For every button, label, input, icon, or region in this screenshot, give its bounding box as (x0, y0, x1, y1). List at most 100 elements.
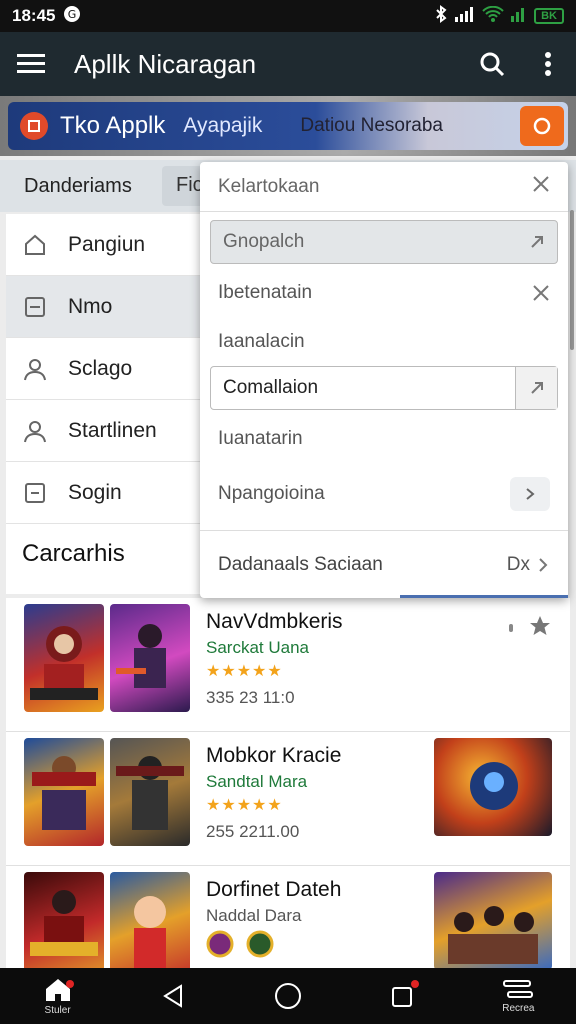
app-thumbnail (110, 738, 190, 846)
badge-icons (206, 930, 280, 958)
dropdown-option-label: Gnopalch (223, 231, 305, 252)
banner-action-button[interactable] (520, 106, 564, 146)
app-thumbnail (24, 738, 104, 846)
app-name: Dorfinet Dateh (206, 878, 342, 901)
sidebar-item-label: Nmo (68, 294, 113, 318)
nav-back[interactable] (133, 968, 213, 1024)
wifi-icon (482, 5, 504, 27)
nav-home-circle[interactable] (248, 968, 328, 1024)
notification-dot (65, 980, 74, 988)
sidebar: Pangiun Nmo Sclago Startlinen Sogin Carc… (6, 214, 206, 594)
banner-logo-icon (20, 112, 48, 140)
hamburger-icon (17, 54, 45, 73)
app-thumbnail (110, 872, 190, 980)
sidebar-item-label: Sogin (68, 480, 122, 504)
chevron-right-icon[interactable] (510, 476, 550, 511)
page-title: Apllk Nicaragan (74, 48, 257, 79)
overflow-menu-button[interactable] (520, 51, 576, 77)
circle-home-icon (274, 983, 301, 1009)
app-thumbnail (110, 604, 190, 712)
sidebar-item-0[interactable]: Pangiun (6, 214, 206, 276)
promo-banner[interactable]: Tko Applk Ayapajik Datiou Nesoraba (8, 102, 568, 150)
dropdown-search-input[interactable]: Kelartokaan (218, 176, 319, 198)
bluetooth-icon (434, 4, 448, 28)
dropdown-menu: Kelartokaan Gnopalch Ibetenatain Iaanala… (200, 162, 568, 598)
bottom-nav: Stuler Recrea (0, 968, 576, 1024)
status-bar: 18:45 G BK (0, 0, 576, 32)
square-icon (20, 292, 50, 322)
sidebar-item-3[interactable]: Startlinen (6, 400, 206, 462)
dropdown-option-4[interactable]: Iuanatarin (200, 414, 568, 463)
nav-menu[interactable]: Recrea (478, 968, 558, 1024)
list-item[interactable]: NavVdmbkeris Sarckat Uana ★★★★★ 335 23 1… (6, 598, 570, 732)
status-time: 18:45 (12, 6, 56, 25)
dot-icon (508, 620, 514, 638)
banner-tag: Datiou Nesoraba (300, 115, 443, 136)
search-button[interactable] (464, 51, 520, 77)
more-vertical-icon (545, 52, 551, 76)
dropdown-option-0[interactable]: Gnopalch (210, 220, 558, 264)
notification-dot (411, 980, 420, 988)
circle-icon (533, 117, 551, 135)
sidebar-item-2[interactable]: Sclago (6, 338, 206, 400)
sidebar-item-4[interactable]: Sogin (6, 462, 206, 524)
sidebar-item-label: Startlinen (68, 418, 157, 442)
tab-danderiams[interactable]: Danderiams (0, 175, 160, 198)
rating-stars: ★★★★★ (206, 663, 283, 680)
dropdown-option-label: Ibetenatain (218, 281, 313, 303)
app-developer: Sandtal Mara (206, 772, 308, 791)
app-name: NavVdmbkeris (206, 610, 343, 633)
dropdown-option-3[interactable]: Comallaion (210, 366, 558, 410)
sidebar-item-label: Sclago (68, 356, 133, 380)
search-icon (480, 52, 505, 77)
rating-stars: ★★★★★ (206, 797, 283, 814)
arrow-icon[interactable] (515, 367, 557, 409)
back-icon (162, 984, 182, 1008)
list-item[interactable]: Mobkor Kracie Sandtal Mara ★★★★★ 255 221… (6, 732, 570, 866)
dropdown-search[interactable]: Kelartokaan (200, 162, 568, 212)
footer-accent-bar (400, 595, 568, 598)
person-icon (20, 416, 50, 446)
app-meta: 335 23 11:0 (206, 688, 295, 707)
nav-recents[interactable] (363, 968, 443, 1024)
section-title: Carcarhis (22, 540, 125, 567)
minus-box-icon (20, 478, 50, 508)
star-icon[interactable] (528, 614, 552, 643)
home-icon (20, 230, 50, 260)
app-screenshot[interactable] (434, 738, 552, 836)
banner-subtitle: Ayapajik (183, 114, 263, 137)
signal-icon (454, 6, 476, 27)
close-icon[interactable] (532, 284, 550, 302)
dropdown-option-label: Iuanatarin (218, 427, 303, 449)
nav-home[interactable]: Stuler (18, 968, 98, 1024)
dropdown-footer[interactable]: Dadanaals Saciaan Dx (200, 530, 568, 598)
notification-icon: G (63, 5, 81, 28)
battery-icon: BK (534, 8, 564, 24)
signal-icon-2 (510, 6, 528, 27)
nav-menu-label: Recrea (502, 1002, 535, 1014)
app-bar: Apllk Nicaragan (0, 32, 576, 96)
dropdown-option-5[interactable]: Npangoioina (200, 469, 568, 518)
app-feed: NavVdmbkeris Sarckat Uana ★★★★★ 335 23 1… (6, 598, 570, 980)
app-developer: Naddal Dara (206, 906, 302, 925)
dropdown-footer-value: Dx (506, 553, 530, 575)
scrollbar[interactable] (570, 210, 574, 350)
sidebar-item-1[interactable]: Nmo (6, 276, 206, 338)
app-developer: Sarckat Uana (206, 638, 309, 657)
arrow-icon (529, 234, 545, 250)
chevron-right-icon (539, 557, 548, 572)
banner-area: Tko Applk Ayapajik Datiou Nesoraba (0, 96, 576, 156)
sidebar-item-label: Pangiun (68, 232, 146, 256)
banner-title: Tko Applk (60, 112, 166, 139)
menu-button[interactable] (0, 53, 62, 75)
nav-home-label: Stuler (44, 1004, 71, 1016)
app-thumbnail (24, 872, 104, 980)
app-name: Mobkor Kracie (206, 744, 342, 767)
dropdown-option-label: Npangoioina (218, 482, 325, 504)
dropdown-option-2[interactable]: Iaanalacin (200, 317, 568, 366)
menu-icon (503, 979, 534, 998)
app-screenshot[interactable] (434, 872, 552, 970)
dropdown-option-1[interactable]: Ibetenatain (200, 268, 568, 317)
close-icon[interactable] (532, 175, 550, 199)
dropdown-option-label: Comallaion (223, 377, 319, 398)
